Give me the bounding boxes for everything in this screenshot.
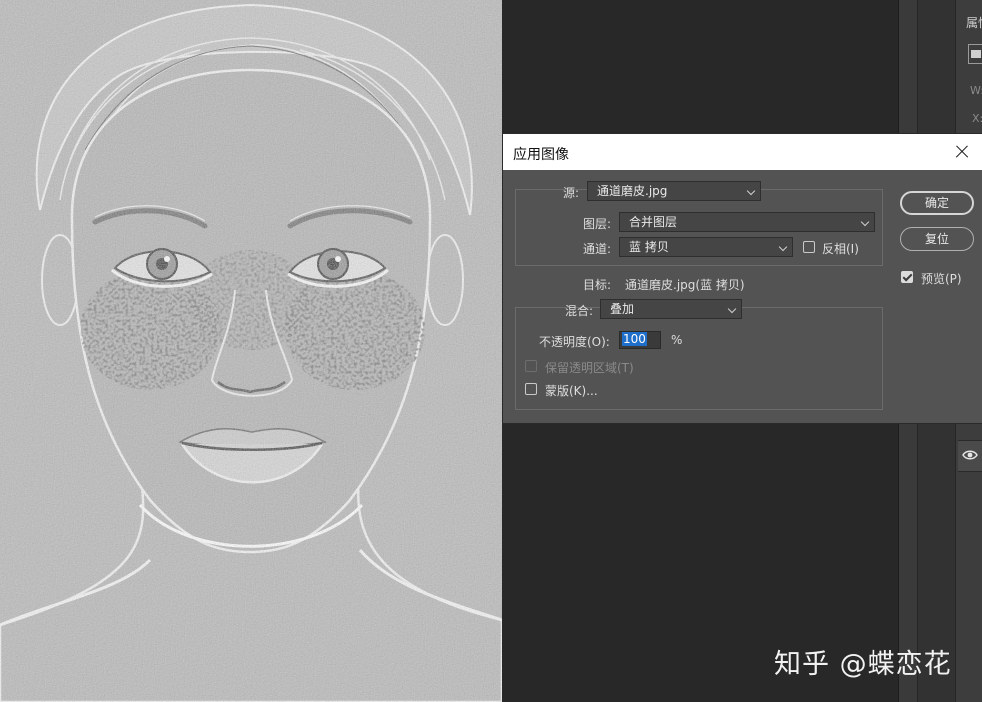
channel-label: 通道: <box>583 242 612 256</box>
mask-label[interactable]: 蒙版(K)... <box>545 382 598 399</box>
mask-checkbox[interactable] <box>525 383 537 395</box>
target-value: 通道磨皮.jpg(蓝 拷贝) <box>625 278 745 292</box>
chevron-down-icon <box>727 304 737 314</box>
watermark-text: 知乎 @蝶恋花 <box>774 649 952 680</box>
source-label: 源: <box>563 186 580 200</box>
preview-label[interactable]: 预览(P) <box>921 270 962 287</box>
layer-select[interactable]: 合并图层 <box>619 212 875 232</box>
channel-select[interactable]: 蓝 拷贝 <box>619 237 793 257</box>
x-label: X: <box>972 112 982 125</box>
dialog-titlebar[interactable]: 应用图像 <box>503 134 982 170</box>
eye-icon[interactable] <box>958 440 982 472</box>
portrait-image <box>0 0 502 702</box>
preview-checkbox[interactable] <box>901 271 913 283</box>
image-icon[interactable] <box>968 44 982 64</box>
invert-label[interactable]: 反相(I) <box>822 240 859 257</box>
dialog-title: 应用图像 <box>513 147 569 163</box>
properties-panel-title: 属性 <box>966 16 982 30</box>
opacity-input-value: 100 <box>622 332 647 346</box>
preserve-transparency-checkbox[interactable] <box>525 360 537 372</box>
opacity-label: 不透明度(O): <box>539 335 610 349</box>
channel-select-value: 蓝 拷贝 <box>629 240 669 254</box>
apply-image-dialog: 应用图像 源: 通道磨皮.jpg 图层: 合并图层 通道: 蓝 拷贝 反相(I)… <box>503 134 982 423</box>
preserve-transparency-label: 保留透明区域(T) <box>545 361 634 375</box>
blend-select[interactable]: 叠加 <box>600 299 742 319</box>
reset-button[interactable]: 复位 <box>900 227 974 251</box>
layer-select-value: 合并图层 <box>629 215 678 229</box>
ok-button[interactable]: 确定 <box>900 191 974 215</box>
close-icon[interactable] <box>950 140 974 164</box>
source-select[interactable]: 通道磨皮.jpg <box>587 181 761 201</box>
source-select-value: 通道磨皮.jpg <box>597 184 668 198</box>
document-canvas[interactable] <box>0 0 502 702</box>
invert-checkbox[interactable] <box>803 241 815 253</box>
chevron-down-icon <box>778 242 788 252</box>
width-label: W: <box>970 84 982 97</box>
opacity-unit: % <box>671 333 683 347</box>
opacity-input[interactable]: 100 <box>619 331 661 349</box>
blend-label: 混合: <box>565 304 594 318</box>
blend-select-value: 叠加 <box>610 302 635 316</box>
chevron-down-icon <box>860 217 870 227</box>
target-label: 目标: <box>583 278 612 292</box>
chevron-down-icon <box>746 186 756 196</box>
layer-label: 图层: <box>583 217 612 231</box>
